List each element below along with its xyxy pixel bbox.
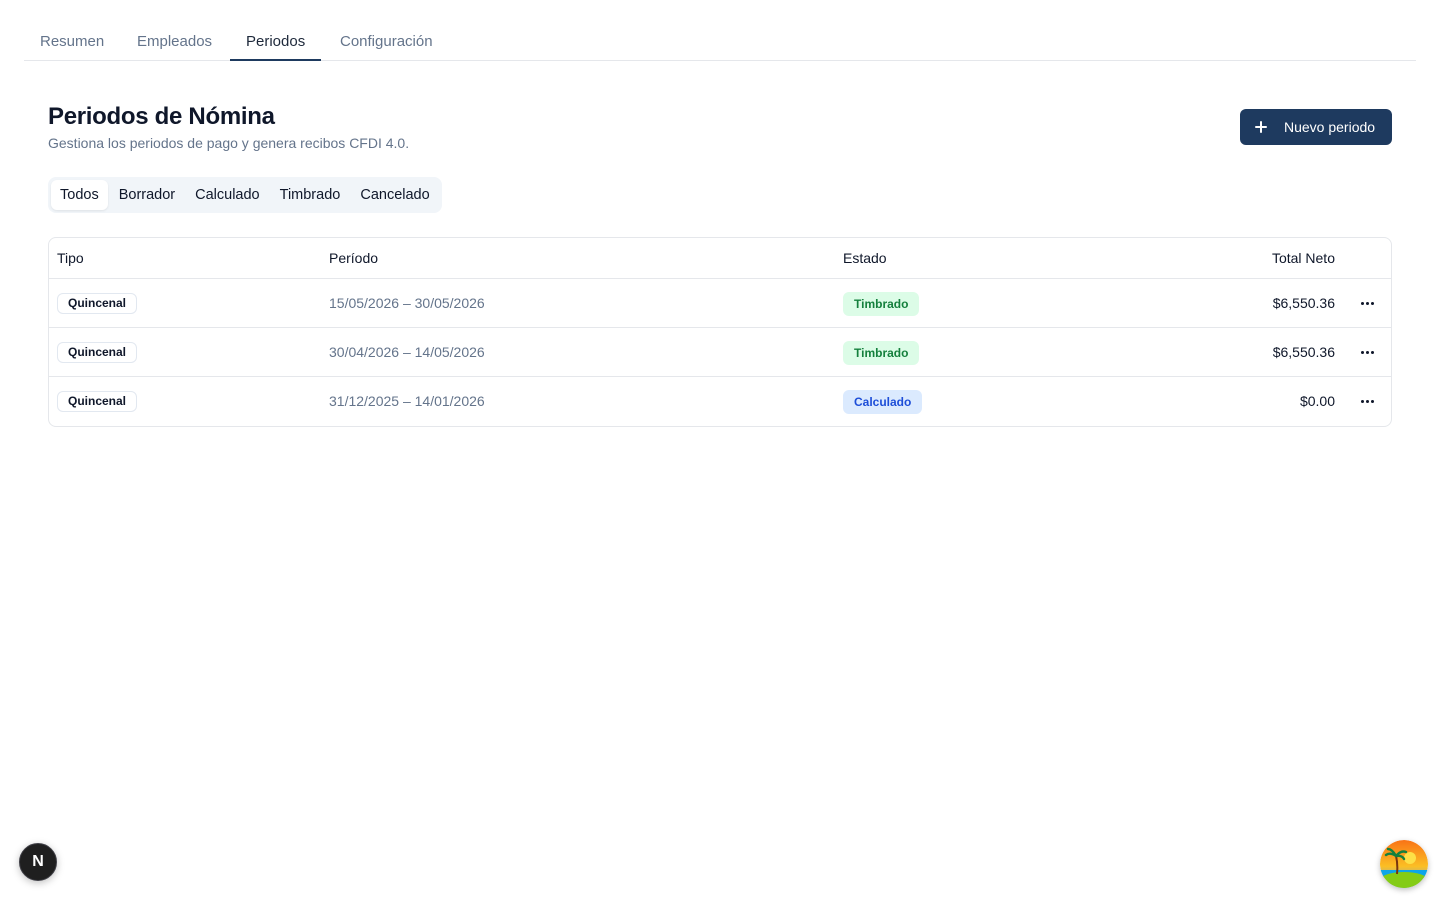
new-period-button-label: Nuevo periodo xyxy=(1284,119,1376,135)
status-badge: Timbrado xyxy=(843,341,920,365)
plus-icon xyxy=(1253,119,1269,135)
status-badge: Calculado xyxy=(843,390,923,414)
period-range: 30/04/2026 – 14/05/2026 xyxy=(329,344,485,360)
tipo-badge: Quincenal xyxy=(57,342,138,363)
table-row[interactable]: Quincenal 30/04/2026 – 14/05/2026 Timbra… xyxy=(49,328,1391,377)
column-header-estado: Estado xyxy=(843,250,887,266)
nextjs-badge-letter: N xyxy=(32,853,44,870)
filter-cancelado[interactable]: Cancelado xyxy=(351,180,438,210)
filter-borrador[interactable]: Borrador xyxy=(110,180,184,210)
total-neto: $0.00 xyxy=(1299,393,1335,409)
period-range: 31/12/2025 – 14/01/2026 xyxy=(329,393,485,409)
page-subtitle: Gestiona los periodos de pago y genera r… xyxy=(48,135,410,151)
periods-table: Tipo Período Estado Total Neto Quincenal… xyxy=(48,237,1392,427)
total-neto: $6,550.36 xyxy=(1272,344,1335,360)
tab-configuracion[interactable]: Configuración xyxy=(324,22,449,61)
filter-todos[interactable]: Todos xyxy=(51,180,108,210)
table-row[interactable]: Quincenal 15/05/2026 – 30/05/2026 Timbra… xyxy=(49,279,1391,328)
top-nav: Resumen Empleados Periodos Configuración xyxy=(24,0,1416,61)
tab-periodos[interactable]: Periodos xyxy=(230,22,322,61)
status-filter-tabs: Todos Borrador Calculado Timbrado Cancel… xyxy=(48,177,442,213)
tab-resumen[interactable]: Resumen xyxy=(24,22,120,61)
column-header-total-neto: Total Neto xyxy=(1271,250,1335,266)
filter-timbrado[interactable]: Timbrado xyxy=(271,180,350,210)
column-header-periodo: Período xyxy=(329,250,379,266)
period-range: 15/05/2026 – 30/05/2026 xyxy=(329,295,485,311)
column-header-tipo: Tipo xyxy=(57,250,84,266)
palm-beach-avatar-icon[interactable] xyxy=(1380,840,1428,888)
table-header: Tipo Período Estado Total Neto xyxy=(49,238,1391,279)
page-title: Periodos de Nómina xyxy=(48,103,275,130)
tab-empleados[interactable]: Empleados xyxy=(121,22,228,61)
total-neto: $6,550.36 xyxy=(1272,295,1335,311)
row-actions-more-icon[interactable] xyxy=(1355,389,1379,413)
tipo-badge: Quincenal xyxy=(57,293,138,314)
row-actions-more-icon[interactable] xyxy=(1355,291,1379,315)
filter-calculado[interactable]: Calculado xyxy=(186,180,269,210)
nextjs-icon[interactable]: N xyxy=(19,843,57,881)
status-badge: Timbrado xyxy=(843,292,920,316)
new-period-button[interactable]: Nuevo periodo xyxy=(1240,109,1392,145)
row-actions-more-icon[interactable] xyxy=(1355,340,1379,364)
table-row[interactable]: Quincenal 31/12/2025 – 14/01/2026 Calcul… xyxy=(49,377,1391,426)
tipo-badge: Quincenal xyxy=(57,391,138,412)
